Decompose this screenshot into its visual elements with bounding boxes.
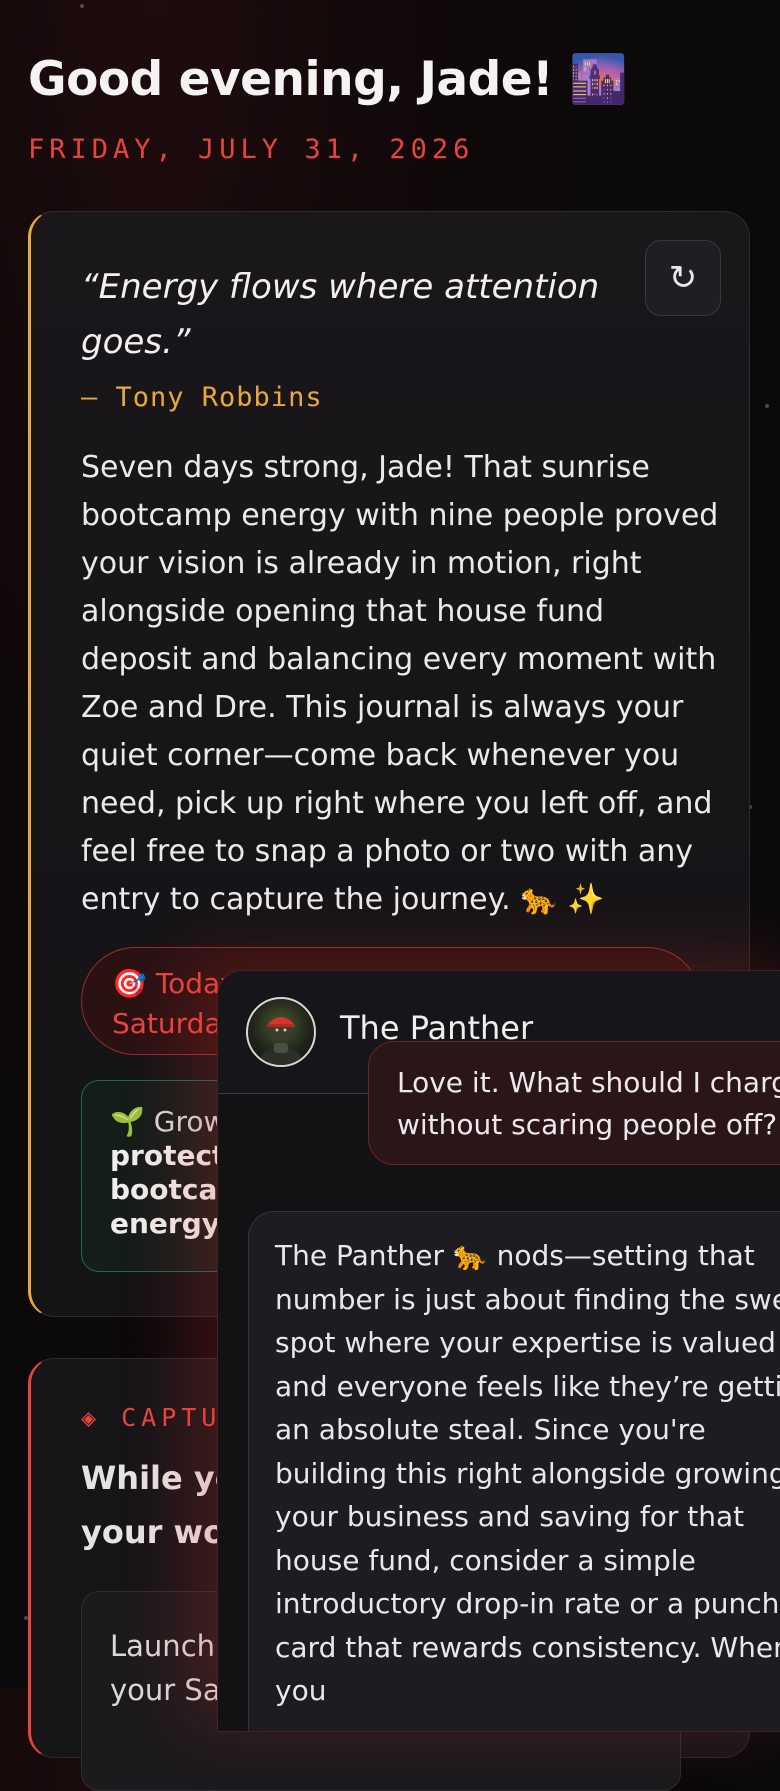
panther-avatar[interactable] [246, 997, 316, 1067]
chat-panel: The Panther Love it. What should I charg… [217, 970, 780, 1732]
background-star [765, 404, 769, 408]
focus-text-line2: Saturda [112, 1007, 222, 1040]
capture-question-line1: While yo [81, 1459, 237, 1497]
grow-bold-line2: bootca [110, 1173, 218, 1206]
capture-box-line1: Launch [110, 1629, 216, 1663]
quote-text: “Energy flows where attention goes.” [81, 267, 600, 362]
refresh-icon: ↻ [668, 258, 698, 298]
panther-figure-icon [261, 1017, 301, 1065]
seedling-icon: 🌱 [110, 1105, 145, 1138]
background-star [80, 4, 84, 8]
grow-label: Grow [153, 1105, 227, 1138]
current-date: FRIDAY, JULY 31, 2026 [28, 134, 475, 165]
grow-bold-line3: energy [110, 1207, 221, 1240]
bot-message-bubble: The Panther 🐆 nods—setting that number i… [248, 1211, 780, 1731]
capture-box-line2: your Sa [110, 1673, 221, 1707]
greeting-title: Good evening, Jade! 🌆 [28, 52, 628, 107]
capture-question-line2: your wo [81, 1513, 226, 1551]
refresh-quote-button[interactable]: ↻ [645, 240, 721, 316]
target-icon: 🎯 [112, 967, 147, 1000]
grow-bold-line1: protect [110, 1139, 226, 1172]
journal-summary: Seven days strong, Jade! That sunrise bo… [81, 450, 719, 917]
capture-label: ◈ CAPTU [81, 1403, 222, 1432]
user-message-bubble: Love it. What should I charge without sc… [368, 1041, 780, 1165]
quote-author: — Tony Robbins [81, 382, 323, 413]
